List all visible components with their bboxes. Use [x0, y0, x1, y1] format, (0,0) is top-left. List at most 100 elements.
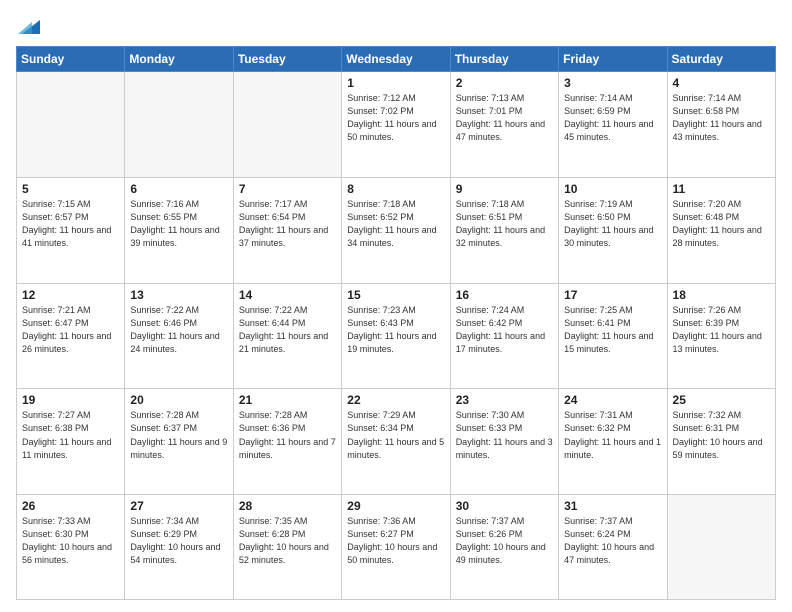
calendar-cell: 24Sunrise: 7:31 AM Sunset: 6:32 PM Dayli… [559, 389, 667, 495]
calendar-cell: 23 Sunrise: 7:30 AM Sunset: 6:33 PM Dayli… [450, 389, 558, 495]
day-number: 24 [564, 393, 661, 407]
day-number: 30 [456, 499, 553, 513]
day-info: Sunrise: 7:14 AM Sunset: 6:58 PM Dayligh… [673, 92, 770, 144]
day-info: Sunrise: 7:22 AM Sunset: 6:46 PM Dayligh… [130, 304, 227, 356]
logo [16, 16, 40, 38]
calendar-cell: 10Sunrise: 7:19 AM Sunset: 6:50 PM Dayli… [559, 177, 667, 283]
weekday-header-thursday: Thursday [450, 47, 558, 72]
calendar-cell: 22 Sunrise: 7:29 AM Sunset: 6:34 PM Dayli… [342, 389, 450, 495]
day-number: 9 [456, 182, 553, 196]
calendar-week-2: 5Sunrise: 7:15 AM Sunset: 6:57 PM Daylig… [17, 177, 776, 283]
day-info: Sunrise: 7:29 AM Sunset: 6:34 PM Dayligh… [347, 409, 444, 461]
calendar-cell: 17 Sunrise: 7:25 AM Sunset: 6:41 PM Dayli… [559, 283, 667, 389]
day-info: Sunrise: 7:30 AM Sunset: 6:33 PM Dayligh… [456, 409, 553, 461]
day-number: 6 [130, 182, 227, 196]
day-info: Sunrise: 7:16 AM Sunset: 6:55 PM Dayligh… [130, 198, 227, 250]
day-info: Sunrise: 7:20 AM Sunset: 6:48 PM Dayligh… [673, 198, 770, 250]
day-number: 20 [130, 393, 227, 407]
logo-icon [18, 16, 40, 38]
calendar-cell: 18 Sunrise: 7:26 AM Sunset: 6:39 PM Dayli… [667, 283, 775, 389]
weekday-header-monday: Monday [125, 47, 233, 72]
calendar-cell [667, 495, 775, 600]
day-number: 15 [347, 288, 444, 302]
calendar-week-3: 12 Sunrise: 7:21 AM Sunset: 6:47 PM Dayli… [17, 283, 776, 389]
day-number: 18 [673, 288, 770, 302]
calendar-cell: 8 Sunrise: 7:18 AM Sunset: 6:52 PM Daylig… [342, 177, 450, 283]
day-number: 22 [347, 393, 444, 407]
day-info: Sunrise: 7:37 AM Sunset: 6:24 PM Dayligh… [564, 515, 661, 567]
day-info: Sunrise: 7:34 AM Sunset: 6:29 PM Dayligh… [130, 515, 227, 567]
calendar-cell: 11 Sunrise: 7:20 AM Sunset: 6:48 PM Dayli… [667, 177, 775, 283]
calendar-cell: 28 Sunrise: 7:35 AM Sunset: 6:28 PM Dayli… [233, 495, 341, 600]
day-info: Sunrise: 7:18 AM Sunset: 6:52 PM Dayligh… [347, 198, 444, 250]
day-info: Sunrise: 7:26 AM Sunset: 6:39 PM Dayligh… [673, 304, 770, 356]
day-number: 13 [130, 288, 227, 302]
day-number: 17 [564, 288, 661, 302]
header [16, 12, 776, 38]
calendar-cell: 1Sunrise: 7:12 AM Sunset: 7:02 PM Daylig… [342, 72, 450, 178]
day-info: Sunrise: 7:27 AM Sunset: 6:38 PM Dayligh… [22, 409, 119, 461]
day-number: 7 [239, 182, 336, 196]
day-info: Sunrise: 7:25 AM Sunset: 6:41 PM Dayligh… [564, 304, 661, 356]
weekday-header-tuesday: Tuesday [233, 47, 341, 72]
calendar-cell: 29Sunrise: 7:36 AM Sunset: 6:27 PM Dayli… [342, 495, 450, 600]
calendar-cell: 7 Sunrise: 7:17 AM Sunset: 6:54 PM Daylig… [233, 177, 341, 283]
day-number: 11 [673, 182, 770, 196]
calendar-cell: 14Sunrise: 7:22 AM Sunset: 6:44 PM Dayli… [233, 283, 341, 389]
calendar-week-5: 26Sunrise: 7:33 AM Sunset: 6:30 PM Dayli… [17, 495, 776, 600]
calendar-cell: 27 Sunrise: 7:34 AM Sunset: 6:29 PM Dayli… [125, 495, 233, 600]
day-info: Sunrise: 7:37 AM Sunset: 6:26 PM Dayligh… [456, 515, 553, 567]
calendar-cell [17, 72, 125, 178]
day-number: 23 [456, 393, 553, 407]
calendar-cell: 9 Sunrise: 7:18 AM Sunset: 6:51 PM Daylig… [450, 177, 558, 283]
day-number: 4 [673, 76, 770, 90]
day-info: Sunrise: 7:12 AM Sunset: 7:02 PM Dayligh… [347, 92, 444, 144]
day-info: Sunrise: 7:21 AM Sunset: 6:47 PM Dayligh… [22, 304, 119, 356]
day-number: 19 [22, 393, 119, 407]
day-number: 28 [239, 499, 336, 513]
calendar-cell: 2Sunrise: 7:13 AM Sunset: 7:01 PM Daylig… [450, 72, 558, 178]
day-info: Sunrise: 7:23 AM Sunset: 6:43 PM Dayligh… [347, 304, 444, 356]
day-number: 2 [456, 76, 553, 90]
calendar-table: SundayMondayTuesdayWednesdayThursdayFrid… [16, 46, 776, 600]
calendar-cell: 12 Sunrise: 7:21 AM Sunset: 6:47 PM Dayli… [17, 283, 125, 389]
day-info: Sunrise: 7:24 AM Sunset: 6:42 PM Dayligh… [456, 304, 553, 356]
calendar-cell: 15 Sunrise: 7:23 AM Sunset: 6:43 PM Dayli… [342, 283, 450, 389]
weekday-header-row: SundayMondayTuesdayWednesdayThursdayFrid… [17, 47, 776, 72]
day-number: 21 [239, 393, 336, 407]
day-info: Sunrise: 7:18 AM Sunset: 6:51 PM Dayligh… [456, 198, 553, 250]
weekday-header-friday: Friday [559, 47, 667, 72]
day-info: Sunrise: 7:28 AM Sunset: 6:36 PM Dayligh… [239, 409, 336, 461]
calendar-cell: 4 Sunrise: 7:14 AM Sunset: 6:58 PM Daylig… [667, 72, 775, 178]
weekday-header-saturday: Saturday [667, 47, 775, 72]
calendar-cell: 26Sunrise: 7:33 AM Sunset: 6:30 PM Dayli… [17, 495, 125, 600]
calendar-cell: 6 Sunrise: 7:16 AM Sunset: 6:55 PM Daylig… [125, 177, 233, 283]
calendar-week-1: 1Sunrise: 7:12 AM Sunset: 7:02 PM Daylig… [17, 72, 776, 178]
day-number: 31 [564, 499, 661, 513]
calendar-cell [233, 72, 341, 178]
day-number: 8 [347, 182, 444, 196]
day-info: Sunrise: 7:17 AM Sunset: 6:54 PM Dayligh… [239, 198, 336, 250]
day-number: 27 [130, 499, 227, 513]
day-info: Sunrise: 7:14 AM Sunset: 6:59 PM Dayligh… [564, 92, 661, 144]
day-number: 12 [22, 288, 119, 302]
day-info: Sunrise: 7:35 AM Sunset: 6:28 PM Dayligh… [239, 515, 336, 567]
weekday-header-wednesday: Wednesday [342, 47, 450, 72]
day-info: Sunrise: 7:19 AM Sunset: 6:50 PM Dayligh… [564, 198, 661, 250]
day-info: Sunrise: 7:32 AM Sunset: 6:31 PM Dayligh… [673, 409, 770, 461]
calendar-cell: 20Sunrise: 7:28 AM Sunset: 6:37 PM Dayli… [125, 389, 233, 495]
day-number: 5 [22, 182, 119, 196]
calendar-cell: 19 Sunrise: 7:27 AM Sunset: 6:38 PM Dayli… [17, 389, 125, 495]
calendar-cell: 13 Sunrise: 7:22 AM Sunset: 6:46 PM Dayli… [125, 283, 233, 389]
calendar-cell: 16Sunrise: 7:24 AM Sunset: 6:42 PM Dayli… [450, 283, 558, 389]
calendar-cell: 3Sunrise: 7:14 AM Sunset: 6:59 PM Daylig… [559, 72, 667, 178]
calendar-cell [125, 72, 233, 178]
calendar-cell: 21 Sunrise: 7:28 AM Sunset: 6:36 PM Dayli… [233, 389, 341, 495]
calendar-cell: 25 Sunrise: 7:32 AM Sunset: 6:31 PM Dayli… [667, 389, 775, 495]
day-info: Sunrise: 7:22 AM Sunset: 6:44 PM Dayligh… [239, 304, 336, 356]
weekday-header-sunday: Sunday [17, 47, 125, 72]
day-number: 25 [673, 393, 770, 407]
calendar-week-4: 19 Sunrise: 7:27 AM Sunset: 6:38 PM Dayli… [17, 389, 776, 495]
day-number: 29 [347, 499, 444, 513]
calendar-cell: 30 Sunrise: 7:37 AM Sunset: 6:26 PM Dayli… [450, 495, 558, 600]
